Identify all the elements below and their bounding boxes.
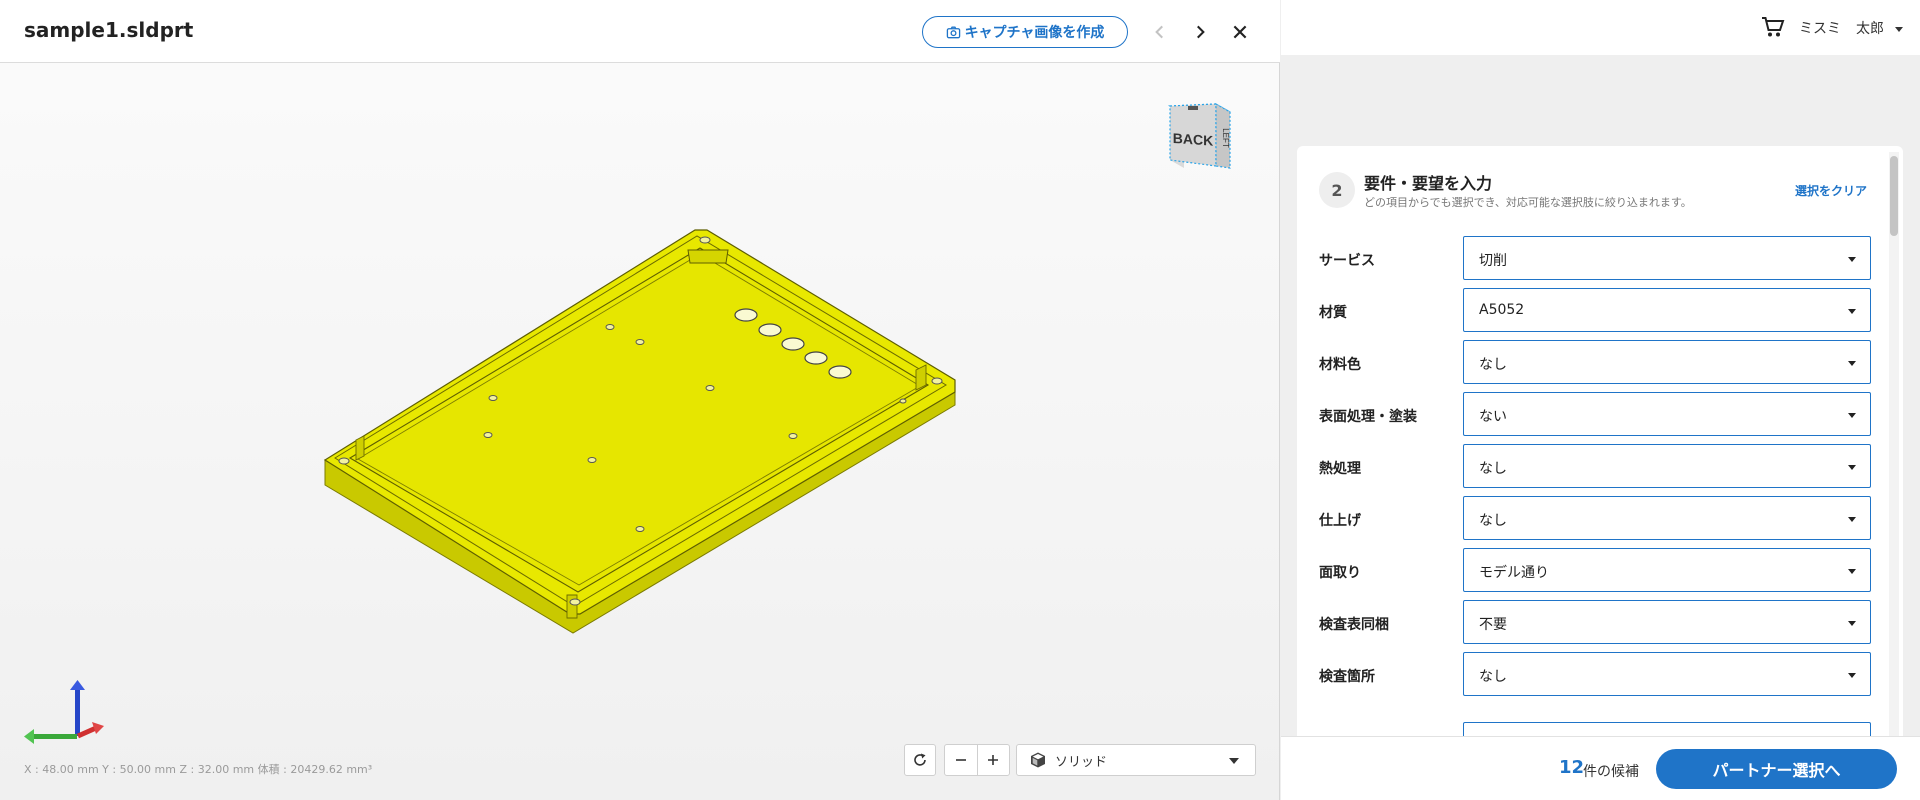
surface-treatment-select[interactable]: ない xyxy=(1463,392,1871,436)
chevron-down-icon xyxy=(1848,569,1856,574)
field-label: 表面処理・塗装 xyxy=(1319,409,1417,425)
model-dimensions-status: X : 48.00 mm Y : 50.00 mm Z : 32.00 mm 体… xyxy=(24,763,373,776)
user-organization: ミスミ xyxy=(1799,21,1841,37)
capture-image-label: キャプチャ画像を作成 xyxy=(964,25,1105,41)
field-value: なし xyxy=(1479,357,1507,373)
material-color-select[interactable]: なし xyxy=(1463,340,1871,384)
field-value: A5052 xyxy=(1479,302,1525,318)
field-value: 不要 xyxy=(1479,617,1507,633)
step-title: 要件・要望を入力 xyxy=(1364,174,1493,193)
finish-select[interactable]: なし xyxy=(1463,496,1871,540)
cart-icon[interactable] xyxy=(1761,16,1785,38)
user-menu[interactable]: 太郎 xyxy=(1856,18,1884,38)
camera-icon xyxy=(946,26,960,38)
cube-icon xyxy=(1031,752,1045,768)
field-row-surface-treatment: 表面処理・塗装 ない xyxy=(1319,392,1879,436)
panel-scrollbar[interactable] xyxy=(1889,152,1899,736)
field-row-finish: 仕上げ なし xyxy=(1319,496,1879,540)
candidate-count: 12 xyxy=(1559,757,1585,778)
field-value: なし xyxy=(1479,669,1507,685)
scrollbar-thumb[interactable] xyxy=(1890,156,1898,236)
zoom-out-button[interactable] xyxy=(945,745,977,775)
chevron-down-icon xyxy=(1848,465,1856,470)
chevron-down-icon xyxy=(1848,309,1856,314)
field-value: なし xyxy=(1479,461,1507,477)
field-label: 面取り xyxy=(1319,565,1361,581)
zoom-in-button[interactable] xyxy=(976,745,1010,775)
field-label: 検査箇所 xyxy=(1319,669,1375,685)
chevron-down-icon xyxy=(1848,257,1856,262)
requirements-card: 2 要件・要望を入力 どの項目からでも選択でき、対応可能な選択肢に絞り込まれます… xyxy=(1297,146,1903,746)
field-label: 検査表同梱 xyxy=(1319,617,1389,633)
field-label: 仕上げ xyxy=(1319,513,1361,529)
chevron-down-icon[interactable] xyxy=(1895,27,1903,32)
chevron-right-icon xyxy=(1197,25,1205,39)
field-row-chamfer: 面取り モデル通り xyxy=(1319,548,1879,592)
render-mode-value: ソリッド xyxy=(1055,754,1108,770)
partner-select-button[interactable]: パートナー選択へ xyxy=(1656,749,1897,789)
field-row-service: サービス 切削 xyxy=(1319,236,1879,280)
inspection-sheet-select[interactable]: 不要 xyxy=(1463,600,1871,644)
refresh-icon xyxy=(914,753,926,766)
top-bar: ミスミ 太郎 xyxy=(1281,0,1920,55)
close-icon xyxy=(1233,25,1247,39)
capture-image-button[interactable]: キャプチャ画像を作成 xyxy=(922,16,1128,48)
chevron-left-icon xyxy=(1155,25,1163,39)
inspection-points-select[interactable]: なし xyxy=(1463,652,1871,696)
reset-view-button[interactable] xyxy=(904,744,936,776)
heat-treatment-select[interactable]: なし xyxy=(1463,444,1871,488)
bottom-action-bar: 12 件の候補 パートナー選択へ xyxy=(1281,736,1920,800)
plus-icon xyxy=(988,755,999,765)
3d-model[interactable] xyxy=(310,220,970,640)
field-label: 熱処理 xyxy=(1319,461,1361,477)
candidate-label: 件の候補 xyxy=(1583,764,1639,780)
file-title: sample1.sldprt xyxy=(24,18,194,42)
view-cube-side-label: LEFT xyxy=(1221,128,1230,148)
previous-file-button[interactable] xyxy=(1145,17,1175,47)
viewer-header: sample1.sldprt キャプチャ画像を作成 xyxy=(0,0,1280,63)
field-value: なし xyxy=(1479,513,1507,529)
field-value: ない xyxy=(1479,409,1507,425)
view-cube-front-label: BACK xyxy=(1173,130,1213,149)
chevron-down-icon xyxy=(1848,517,1856,522)
render-mode-select[interactable]: ソリッド xyxy=(1016,744,1256,776)
chevron-down-icon xyxy=(1848,413,1856,418)
axis-triad-icon xyxy=(24,680,104,744)
field-row-material: 材質 A5052 xyxy=(1319,288,1879,332)
field-value: モデル通り xyxy=(1479,565,1549,581)
service-select[interactable]: 切削 xyxy=(1463,236,1871,280)
field-row-inspection-points: 検査箇所 なし xyxy=(1319,652,1879,696)
step-number-badge: 2 xyxy=(1319,172,1355,208)
chevron-down-icon xyxy=(1848,621,1856,626)
material-select[interactable]: A5052 xyxy=(1463,288,1871,332)
requirements-panel: ミスミ 太郎 2 要件・要望を入力 どの項目からでも選択でき、対応可能な選択肢に… xyxy=(1281,0,1920,800)
minus-icon xyxy=(955,759,966,761)
chevron-down-icon xyxy=(1848,361,1856,366)
view-cube[interactable]: BACK LEFT xyxy=(1160,98,1242,178)
step-description: どの項目からでも選択でき、対応可能な選択肢に絞り込まれます。 xyxy=(1364,196,1692,209)
field-label: サービス xyxy=(1319,253,1375,269)
field-label: 材質 xyxy=(1319,305,1347,321)
next-file-button[interactable] xyxy=(1185,17,1215,47)
chevron-down-icon xyxy=(1848,673,1856,678)
field-value: 切削 xyxy=(1479,253,1507,269)
close-viewer-button[interactable] xyxy=(1225,17,1255,47)
chevron-down-icon xyxy=(1229,758,1239,764)
field-label: 材料色 xyxy=(1319,357,1361,373)
field-row-heat-treatment: 熱処理 なし xyxy=(1319,444,1879,488)
field-row-inspection-sheet: 検査表同梱 不要 xyxy=(1319,600,1879,644)
model-viewer[interactable]: sample1.sldprt キャプチャ画像を作成 BACK LEFT X: … xyxy=(0,0,1280,800)
chamfer-select[interactable]: モデル通り xyxy=(1463,548,1871,592)
clear-selection-link[interactable]: 選択をクリア xyxy=(1795,182,1867,199)
field-row-material-color: 材料色 なし xyxy=(1319,340,1879,384)
zoom-controls xyxy=(944,744,1010,776)
